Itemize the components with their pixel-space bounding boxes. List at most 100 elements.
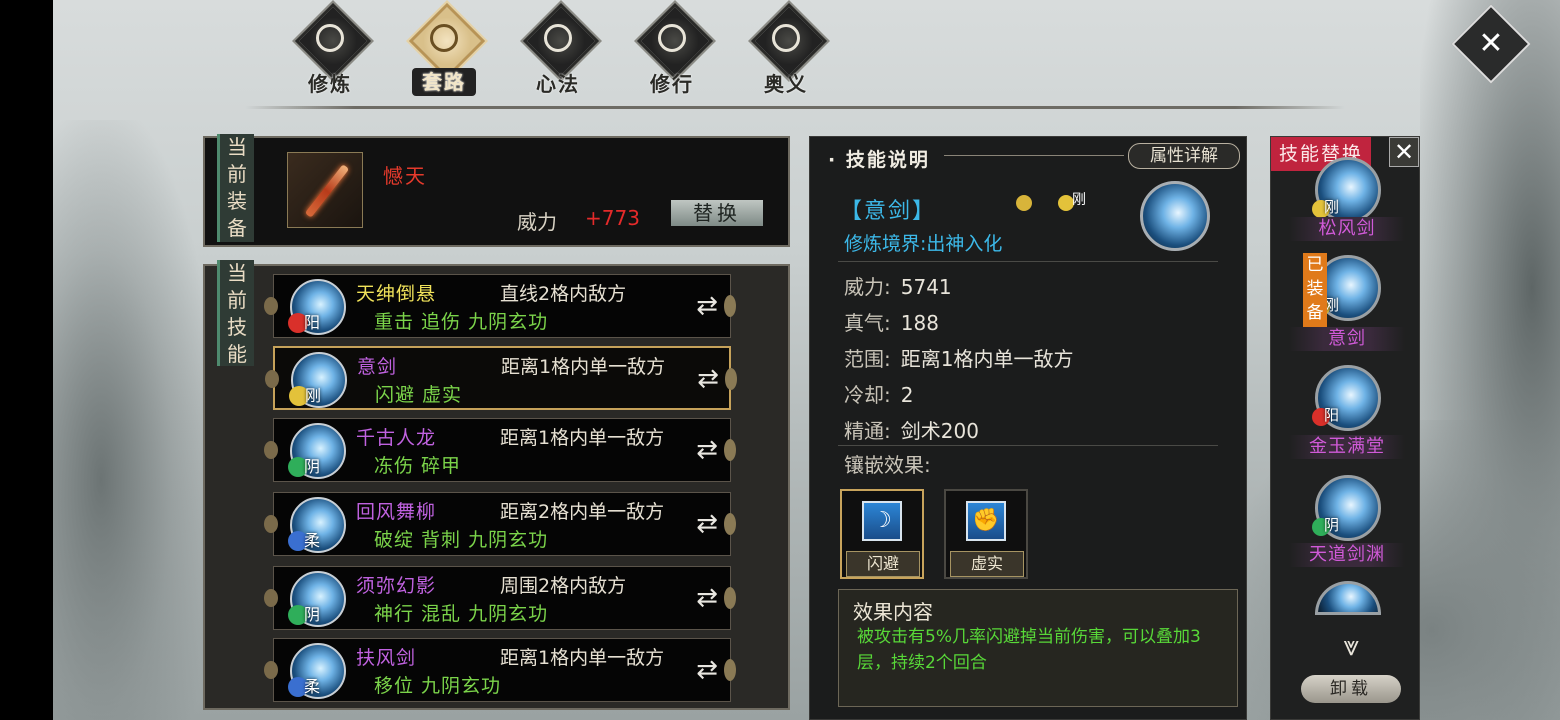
inlay-label: 虚实 xyxy=(950,551,1024,577)
current-equip-tag: 当前装备 xyxy=(217,134,254,242)
x-mark-icon: ✕ xyxy=(1478,26,1504,61)
inlay-feint[interactable]: ✊ 虚实 xyxy=(944,489,1028,579)
skill-row[interactable]: 阴 须弥幻影 周围2格内敌方 神行 混乱 九阴玄功 ⇄ xyxy=(264,566,736,630)
stat-mastery: 精通: 剑术200 xyxy=(844,419,979,443)
current-skills-tag: 当前技能 xyxy=(217,260,254,366)
row-cap xyxy=(724,587,736,609)
element-tag: 刚 xyxy=(1324,198,1340,216)
effect-text: 被攻击有5%几率闪避掉当前伤害，可以叠加3层，持续2个回合 xyxy=(857,627,1201,673)
scroll-down-icon[interactable]: ⩔ xyxy=(1329,631,1373,661)
replace-button[interactable]: 替换 xyxy=(671,200,763,226)
weapon-name: 憾天 xyxy=(383,164,427,188)
skill-detail-panel: · 技能说明 属性详解 【意剑】 刚 修炼境界:出神入化 威力: 5741 真气:… xyxy=(809,136,1247,720)
element-tag: 阳 xyxy=(304,313,321,332)
element-tag: 阴 xyxy=(1324,516,1340,534)
spiral-icon xyxy=(544,24,572,52)
divider xyxy=(245,106,1345,109)
stat-power: 威力: 5741 xyxy=(844,275,952,299)
letterbox-bar xyxy=(0,0,53,720)
tab-label: 修炼 xyxy=(308,72,352,96)
replace-skill-item[interactable]: 阳 xyxy=(1312,365,1381,431)
skill-portrait-icon xyxy=(1140,181,1210,251)
replace-skill-name: 金玉满堂 xyxy=(1289,435,1405,459)
element-tag: 柔 xyxy=(304,677,321,696)
close-panel-button[interactable]: ✕ xyxy=(1389,137,1419,167)
swap-icon[interactable]: ⇄ xyxy=(690,583,724,613)
skill-row[interactable]: 阳 天绅倒悬 直线2格内敌方 重击 追伤 九阴玄功 ⇄ xyxy=(264,274,736,338)
swap-icon[interactable]: ⇄ xyxy=(690,291,724,321)
stat-qi: 真气: 188 xyxy=(844,311,939,335)
replace-skill-item[interactable] xyxy=(1315,581,1381,615)
fist-icon: ✊ xyxy=(966,501,1006,541)
divider xyxy=(838,261,1218,262)
row-cap xyxy=(724,439,736,461)
attribute-detail-button[interactable]: 属性详解 xyxy=(1128,143,1240,169)
sword-type-icon xyxy=(1016,195,1032,211)
swap-icon[interactable]: ⇄ xyxy=(691,364,725,394)
replace-skill-item[interactable]: 阴 xyxy=(1312,475,1381,541)
row-cap xyxy=(264,297,278,315)
row-cap xyxy=(724,513,736,535)
unload-button[interactable]: 卸载 xyxy=(1301,675,1401,703)
swap-icon[interactable]: ⇄ xyxy=(690,509,724,539)
element-tag: 刚 xyxy=(1072,192,1086,208)
skill-tags: 闪避 虚实 xyxy=(375,384,463,406)
skill-range: 距离2格内单一敌方 xyxy=(500,501,665,523)
element-tag: 阴 xyxy=(304,457,321,476)
row-cap xyxy=(725,368,737,390)
row-cap xyxy=(265,370,279,388)
scroll-icon xyxy=(658,24,686,52)
fist-icon xyxy=(430,24,458,52)
skill-row[interactable]: 刚 意剑 距离1格内单一敌方 闪避 虚实 ⇄ xyxy=(265,346,737,410)
element-tag: 阳 xyxy=(1324,406,1340,424)
skill-range: 周围2格内敌方 xyxy=(500,575,627,597)
skill-name: 【意剑】 xyxy=(840,199,937,224)
tab-mind-method[interactable]: 心法 xyxy=(508,2,608,100)
skill-row[interactable]: 柔 扶风剑 距离1格内单一敌方 移位 九阴玄功 ⇄ xyxy=(264,638,736,702)
cultivation-realm: 修炼境界:出神入化 xyxy=(844,233,1003,255)
background-mist xyxy=(53,120,213,720)
row-cap xyxy=(264,515,278,533)
skill-row[interactable]: 阴 千古人龙 距离1格内单一敌方 冻伤 碎甲 ⇄ xyxy=(264,418,736,482)
replace-skill-name: 意剑 xyxy=(1289,327,1405,351)
skill-row[interactable]: 柔 回风舞柳 距离2格内单一敌方破绽 背刺 九阴玄功 ⇄ xyxy=(264,492,736,556)
skill-tags: 破绽 背刺 九阴玄功 xyxy=(374,529,549,551)
tab-practice[interactable]: 修行 xyxy=(622,2,722,100)
skill-tags: 冻伤 碎甲 xyxy=(374,455,462,477)
tab-label: 套路 xyxy=(412,68,476,96)
element-tag: 柔 xyxy=(304,531,321,550)
weapon-icon[interactable] xyxy=(287,152,363,228)
tab-mystery[interactable]: 奥义 xyxy=(736,2,836,100)
effect-box: 效果内容 被攻击有5%几率闪避掉当前伤害，可以叠加3层，持续2个回合 xyxy=(838,589,1238,707)
flame-icon xyxy=(772,24,800,52)
current-skills-panel: 当前技能 阳天绅倒悬 直线2格内敌方 重击 追伤 九阴玄功 ⇄ 刚意剑 距离1格内单一敌方… xyxy=(203,260,790,710)
tab-label: 修行 xyxy=(650,72,694,96)
inlay-dodge[interactable]: ☽ 闪避 xyxy=(840,489,924,579)
swap-icon[interactable]: ⇄ xyxy=(690,435,724,465)
tab-cultivate[interactable]: 修炼 xyxy=(280,2,380,100)
divider xyxy=(838,445,1218,446)
tab-routine[interactable]: 套路 xyxy=(394,2,494,100)
row-cap xyxy=(724,295,736,317)
tab-label: 心法 xyxy=(536,72,580,96)
swap-icon[interactable]: ⇄ xyxy=(690,655,724,685)
skill-name: 回风舞柳 xyxy=(356,501,437,523)
row-cap xyxy=(264,661,278,679)
row-cap xyxy=(264,589,278,607)
replace-skill-item[interactable]: 刚 xyxy=(1312,157,1381,223)
detail-header: · 技能说明 xyxy=(828,149,930,171)
stat-cooldown: 冷却: 2 xyxy=(844,383,914,407)
current-equip-panel: 当前装备 憾天 威力 +773 替换 xyxy=(203,134,790,247)
skill-name: 扶风剑 xyxy=(356,647,417,669)
skill-tags: 神行 混乱 九阴玄功 xyxy=(374,603,549,625)
skill-name: 天绅倒悬 xyxy=(356,283,437,305)
replace-skill-name: 松风剑 xyxy=(1289,217,1405,241)
dodge-icon: ☽ xyxy=(862,501,902,541)
swirl-icon xyxy=(316,24,344,52)
element-tag: 刚 xyxy=(305,386,322,405)
element-tag: 阴 xyxy=(304,605,321,624)
skill-replace-panel: 技能替换 ✕ 刚 松风剑 刚 已装备 意剑 阳 金玉满堂 阴 天道剑渊 ⩔ 卸载 xyxy=(1270,136,1420,720)
skill-name: 意剑 xyxy=(357,356,398,378)
skill-name: 千古人龙 xyxy=(356,427,437,449)
skill-tags: 移位 九阴玄功 xyxy=(374,675,502,697)
